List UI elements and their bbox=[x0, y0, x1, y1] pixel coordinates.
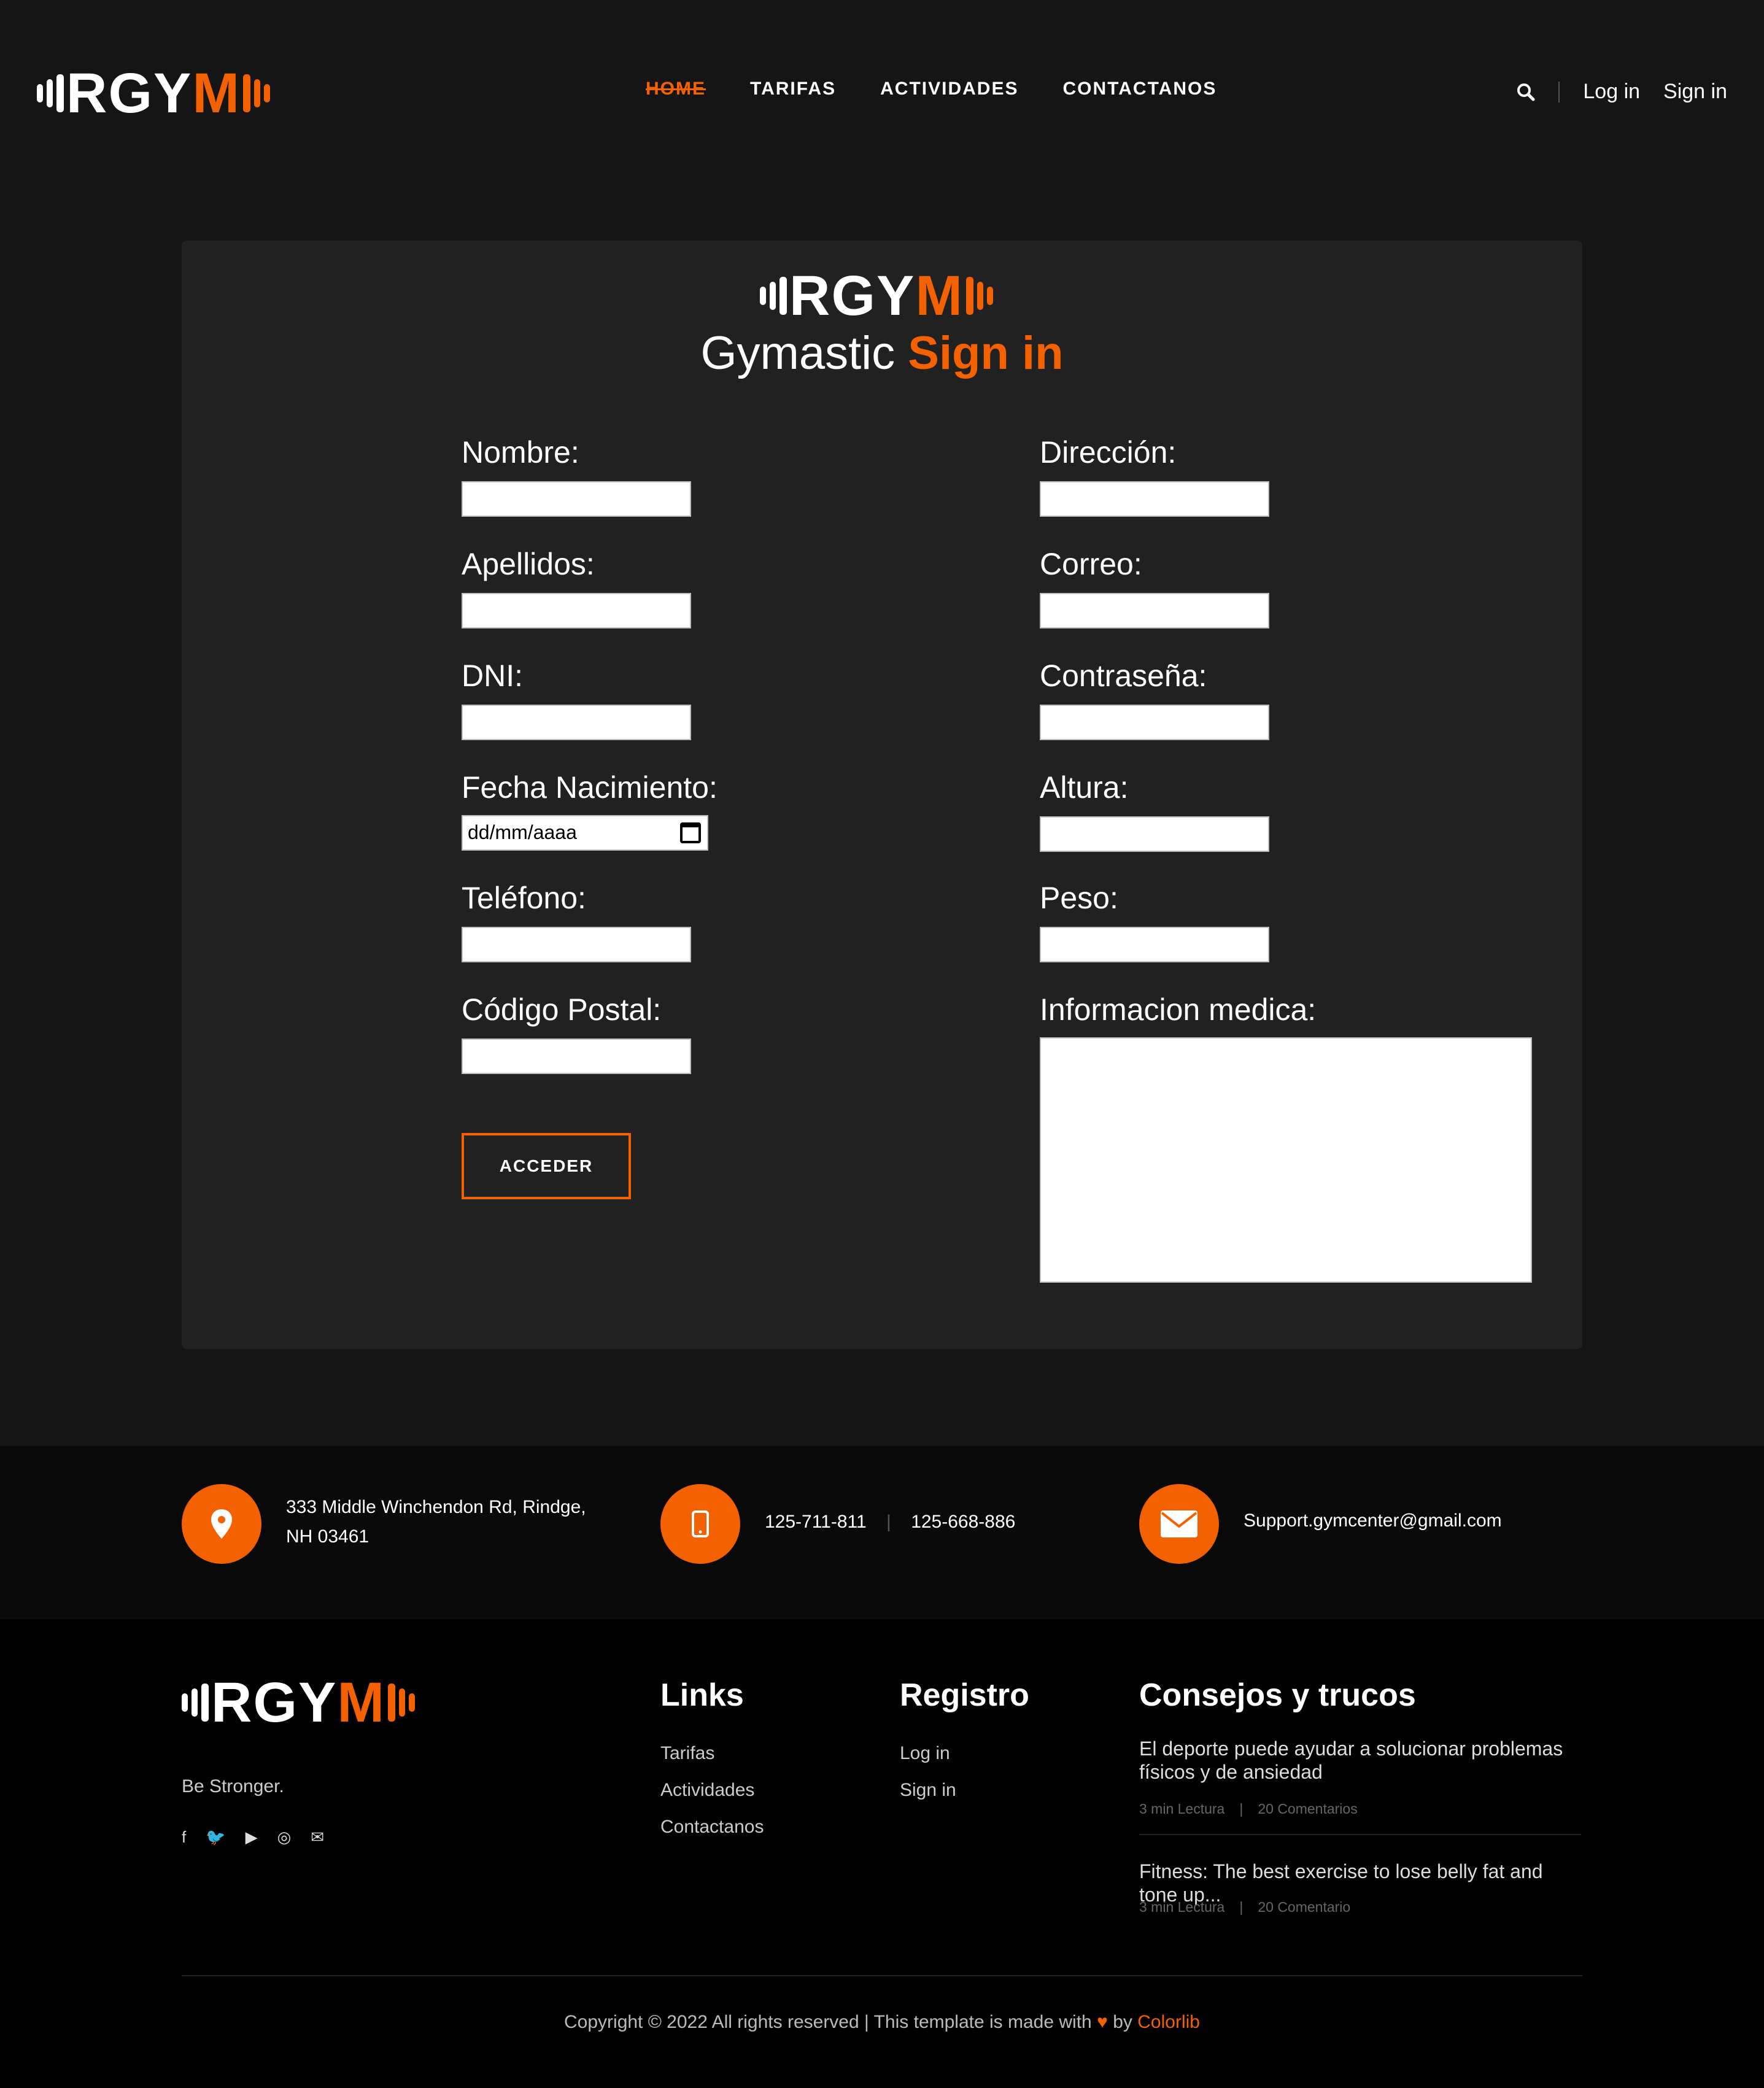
telefono-input[interactable] bbox=[462, 927, 691, 962]
footer-link-tarifas[interactable]: Tarifas bbox=[660, 1743, 714, 1764]
links-title: Links bbox=[660, 1677, 744, 1713]
footer-link-signin[interactable]: Sign in bbox=[900, 1780, 956, 1801]
tip-2-meta: 3 min Lectura | 20 Comentario bbox=[1139, 1899, 1351, 1915]
footer-link-actividades[interactable]: Actividades bbox=[660, 1780, 754, 1801]
search-icon[interactable] bbox=[1517, 83, 1535, 101]
fecha-placeholder: dd/mm/aaaa bbox=[468, 821, 577, 843]
email-icon[interactable]: ✉ bbox=[311, 1828, 324, 1847]
tips-divider bbox=[1139, 1834, 1581, 1835]
registro-title: Registro bbox=[900, 1677, 1029, 1713]
info-label: Informacion medica: bbox=[1040, 992, 1317, 1027]
facebook-icon[interactable]: f bbox=[182, 1828, 186, 1847]
location-icon bbox=[182, 1484, 261, 1564]
calendar-icon[interactable] bbox=[680, 822, 701, 843]
heart-icon: ♥ bbox=[1097, 2012, 1108, 2032]
peso-label: Peso: bbox=[1040, 881, 1118, 915]
correo-label: Correo: bbox=[1040, 547, 1142, 581]
codigo-label: Código Postal: bbox=[462, 992, 662, 1027]
contrasena-label: Contraseña: bbox=[1040, 659, 1207, 693]
nav-home[interactable]: HOME bbox=[646, 79, 706, 99]
logo-bars-right bbox=[243, 74, 271, 112]
peso-input[interactable] bbox=[1040, 927, 1269, 962]
dni-label: DNI: bbox=[462, 659, 523, 693]
altura-input[interactable] bbox=[1040, 816, 1269, 852]
form-title: Gymastic Sign in bbox=[700, 327, 1064, 379]
footer: RGYM Be Stronger. f 🐦 ▶ ◎ ✉ Links Tarifa… bbox=[0, 1619, 1764, 2088]
header-logo[interactable]: RGYM bbox=[37, 62, 271, 125]
mail-icon bbox=[1139, 1484, 1219, 1564]
login-link[interactable]: Log in bbox=[1583, 80, 1640, 104]
footer-tagline: Be Stronger. bbox=[182, 1776, 284, 1796]
footer-link-login[interactable]: Log in bbox=[900, 1743, 950, 1764]
contrasena-input[interactable] bbox=[1040, 705, 1269, 740]
contact-email[interactable]: Support.gymcenter@gmail.com bbox=[1244, 1506, 1502, 1536]
youtube-icon[interactable]: ▶ bbox=[246, 1828, 258, 1847]
apellidos-input[interactable] bbox=[462, 593, 691, 628]
logo-text: RGYM bbox=[66, 62, 241, 125]
nav-tarifas[interactable]: TARIFAS bbox=[750, 79, 836, 99]
contact-phones: 125-711-811 | 125-668-886 bbox=[765, 1512, 1016, 1532]
footer-divider bbox=[182, 1975, 1582, 1976]
social-links: f 🐦 ▶ ◎ ✉ bbox=[182, 1828, 324, 1847]
nombre-label: Nombre: bbox=[462, 435, 579, 470]
nombre-input[interactable] bbox=[462, 481, 691, 517]
header-divider bbox=[1558, 81, 1560, 102]
nav-actividades[interactable]: ACTIVIDADES bbox=[880, 79, 1018, 99]
header-actions: Log in Sign in bbox=[1517, 80, 1727, 104]
footer-logo[interactable]: RGYM bbox=[182, 1672, 416, 1733]
contact-strip: 333 Middle Winchendon Rd, Rindge, NH 034… bbox=[0, 1446, 1764, 1619]
apellidos-label: Apellidos: bbox=[462, 547, 595, 581]
fecha-input[interactable]: dd/mm/aaaa bbox=[462, 815, 708, 851]
contact-address: 333 Middle Winchendon Rd, Rindge, NH 034… bbox=[286, 1497, 586, 1547]
copyright: Copyright © 2022 All rights reserved | T… bbox=[564, 2012, 1200, 2032]
correo-input[interactable] bbox=[1040, 593, 1269, 628]
footer-link-contactanos[interactable]: Contactanos bbox=[660, 1817, 764, 1838]
twitter-icon[interactable]: 🐦 bbox=[206, 1828, 225, 1847]
telefono-label: Teléfono: bbox=[462, 881, 586, 915]
panel-logo: RGYM bbox=[760, 265, 994, 327]
direccion-label: Dirección: bbox=[1040, 435, 1177, 470]
codigo-input[interactable] bbox=[462, 1038, 691, 1074]
signin-link[interactable]: Sign in bbox=[1663, 80, 1727, 104]
dni-input[interactable] bbox=[462, 705, 691, 740]
info-textarea[interactable] bbox=[1040, 1037, 1532, 1283]
logo-bars-left bbox=[37, 74, 64, 112]
fecha-label: Fecha Nacimiento: bbox=[462, 770, 718, 805]
tip-1-meta: 3 min Lectura | 20 Comentarios bbox=[1139, 1801, 1358, 1817]
acceder-button[interactable]: ACCEDER bbox=[462, 1133, 631, 1199]
main-nav: HOME TARIFAS ACTIVIDADES CONTACTANOS bbox=[646, 79, 1217, 99]
colorlib-link[interactable]: Colorlib bbox=[1137, 2012, 1200, 2032]
tips-title: Consejos y trucos bbox=[1139, 1677, 1416, 1713]
nav-contactanos[interactable]: CONTACTANOS bbox=[1062, 79, 1217, 99]
instagram-icon[interactable]: ◎ bbox=[277, 1828, 292, 1847]
phone-icon bbox=[660, 1484, 740, 1564]
direccion-input[interactable] bbox=[1040, 481, 1269, 517]
tip-1[interactable]: El deporte puede ayudar a solucionar pro… bbox=[1139, 1737, 1581, 1784]
altura-label: Altura: bbox=[1040, 770, 1129, 805]
